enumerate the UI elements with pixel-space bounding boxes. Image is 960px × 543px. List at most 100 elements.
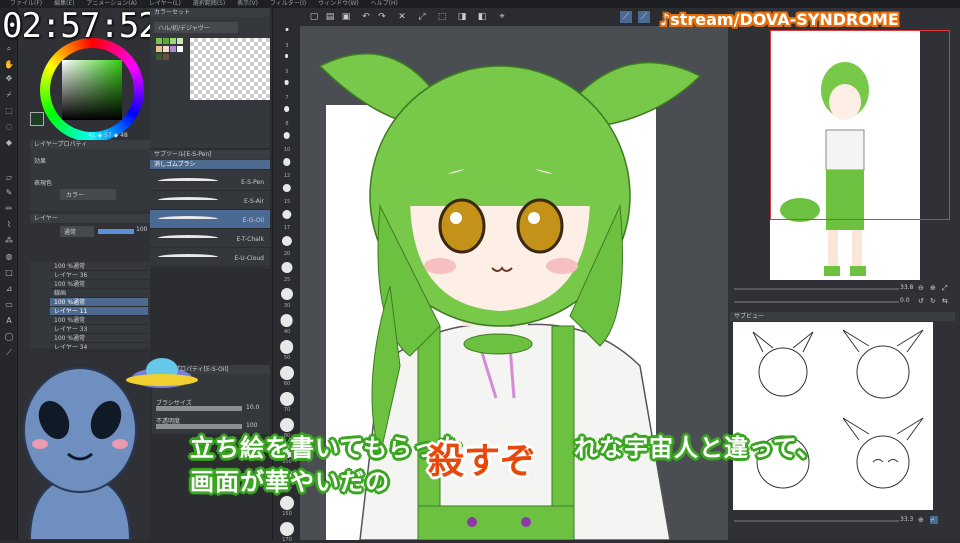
brush-size-dot[interactable] [282,184,291,193]
clear-icon[interactable]: ✕ [396,11,408,23]
layer-row[interactable]: 100 %通常 [50,334,148,343]
color-swatch[interactable] [163,38,169,44]
brush-tool-icon[interactable]: ⌇ [3,220,15,230]
brush-row[interactable]: E-S-Pen [150,172,270,191]
color-swatch[interactable] [163,54,169,60]
color-swatch[interactable] [177,38,183,44]
shape-tool-icon[interactable]: □ [3,268,15,278]
snap-icon[interactable]: ⌖ [496,11,508,23]
new-file-icon[interactable]: ▢ [308,11,320,23]
ruler-tool-icon[interactable]: ⊿ [3,284,15,294]
brush-size-dot[interactable] [280,262,293,274]
color-swatch[interactable] [163,46,169,52]
layer-row[interactable]: 線画 [50,289,148,298]
menu-select[interactable]: 選択範囲(S) [193,0,226,7]
move-tool-icon[interactable]: ✥ [3,74,15,84]
brush-size-dot[interactable] [281,236,292,247]
zoom-in-icon[interactable]: ⊕ [930,284,938,292]
brush-row[interactable]: E-S-Air [150,191,270,210]
brush-size-dot[interactable] [279,366,294,380]
brush-row[interactable]: E-T-Chalk [150,229,270,248]
menu-filter[interactable]: フィルター(I) [270,0,306,7]
color-set-select[interactable]: ハル/初/デジャヴー [154,22,238,33]
snap-to-ruler-icon[interactable]: ⟋ [620,11,632,23]
brush-size-dot[interactable] [279,496,294,510]
layer-row[interactable]: 100 %通常 [50,280,148,289]
navigator-view-rect[interactable] [770,30,950,220]
fill-tool-icon[interactable]: ◆ [3,138,15,148]
brush-size-dot[interactable] [280,288,293,300]
rotate-left-icon[interactable]: ↺ [918,297,926,305]
brush-size-dot[interactable] [282,158,291,166]
brush-size-dot[interactable] [279,340,294,354]
fill-selection-icon[interactable]: ◧ [476,11,488,23]
invert-selection-icon[interactable]: ◨ [456,11,468,23]
color-swatch[interactable] [156,46,162,52]
navigator-rotate-slider[interactable] [734,301,899,303]
expression-color-select[interactable]: カラー [60,189,116,200]
transform-icon[interactable]: ⤢ [416,11,428,23]
layer-property-header: レイヤープロパティ [30,140,150,149]
menu-help[interactable]: ヘルプ(H) [371,0,398,7]
layer-row[interactable]: 100 %通常 [50,298,148,307]
save-icon[interactable]: ▣ [340,11,352,23]
brush-size-dot[interactable] [285,28,288,31]
color-swatch[interactable] [156,38,162,44]
main-color-swatch[interactable] [30,112,44,126]
eraser-tool-icon[interactable]: ▱ [3,173,15,183]
navigator-zoom-slider[interactable] [734,288,899,290]
brush-row[interactable]: E-U-Cloud [150,248,270,267]
balloon-tool-icon[interactable]: ◯ [3,332,15,342]
subview-eyedropper-icon[interactable]: ⌿ [930,516,938,524]
blend-tool-icon[interactable]: ◍ [3,252,15,262]
layer-opacity-value: 100 [136,226,148,233]
select-tool-icon[interactable]: ⬚ [3,106,15,116]
brush-size-dot[interactable] [284,80,289,85]
airbrush-tool-icon[interactable]: ⁂ [3,236,15,246]
fit-view-icon[interactable]: ⤢ [942,284,950,292]
eyedropper-tool-icon[interactable]: ⌿ [3,90,15,100]
zoom-out-icon[interactable]: ⊖ [918,284,926,292]
color-swatch[interactable] [170,46,176,52]
hand-tool-icon[interactable]: ✋ [3,60,15,70]
brush-size-dot[interactable] [279,392,294,406]
layer-row[interactable]: レイヤー 36 [50,271,148,280]
frame-tool-icon[interactable]: ▭ [3,300,15,310]
brush-size-dot[interactable] [283,132,290,139]
deselect-icon[interactable]: ⬚ [436,11,448,23]
subview-zoom-slider[interactable] [734,520,899,522]
layer-opacity-bar[interactable] [98,229,134,234]
flip-icon[interactable]: ⇆ [942,297,950,305]
layer-row[interactable]: 100 %通常 [50,316,148,325]
menu-window[interactable]: ウィンドウ(W) [318,0,359,7]
color-swatch[interactable] [156,54,162,60]
snap-to-grid-icon[interactable]: ⟋ [638,11,650,23]
saturation-value-square[interactable] [62,60,122,120]
pen-tool-icon[interactable]: ✎ [3,188,15,198]
brush-row[interactable]: E-G-Oil [150,210,270,229]
redo-icon[interactable]: ↷ [376,11,388,23]
brush-size-dot[interactable] [283,106,290,112]
layer-row[interactable]: レイヤー 33 [50,325,148,334]
blend-mode-select[interactable]: 通常 [60,226,94,237]
brush-size-dot[interactable] [279,522,294,536]
brush-size-dot[interactable] [281,210,292,220]
open-file-icon[interactable]: ▤ [324,11,336,23]
subview-zoom-in-icon[interactable]: ⊕ [918,516,926,524]
pencil-tool-icon[interactable]: ✏ [3,204,15,214]
color-swatch[interactable] [177,46,183,52]
layer-row[interactable]: 100 %通常 [50,262,148,271]
color-wheel[interactable] [40,38,144,142]
brush-size-label: 12 [283,173,291,179]
rotate-right-icon[interactable]: ↻ [930,297,938,305]
layer-row[interactable]: レイヤー 11 [50,307,148,316]
subtool-group-tab[interactable]: 消しゴムブラシ [150,160,270,170]
stream-clock: 02:57:52 [2,6,159,46]
undo-icon[interactable]: ↶ [360,11,372,23]
lasso-tool-icon[interactable]: ◌ [3,122,15,132]
menu-view[interactable]: 表示(V) [237,0,258,7]
color-swatch[interactable] [170,38,176,44]
text-tool-icon[interactable]: A [3,316,15,326]
brush-size-dot[interactable] [280,314,293,327]
brush-size-dot[interactable] [284,54,289,58]
